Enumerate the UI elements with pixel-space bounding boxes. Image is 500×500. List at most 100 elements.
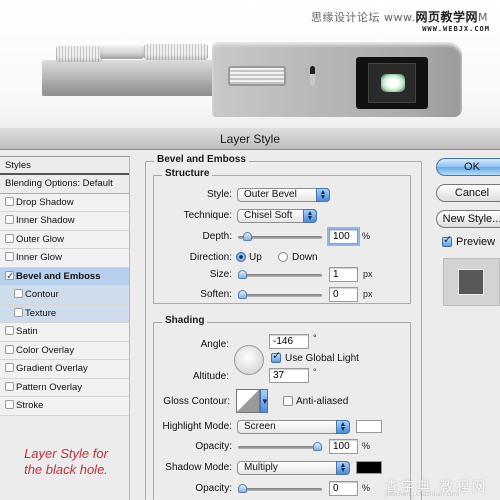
highlight-color-swatch[interactable] bbox=[356, 420, 382, 433]
shadow-opacity-unit: % bbox=[362, 483, 371, 493]
preview-checkbox[interactable] bbox=[442, 233, 452, 247]
style-item-label: Bevel and Emboss bbox=[16, 270, 101, 282]
shadow-opacity-input[interactable]: 0 bbox=[329, 481, 358, 496]
style-item-checkbox[interactable] bbox=[5, 363, 14, 372]
style-item-checkbox[interactable] bbox=[5, 196, 14, 206]
style-item-satin[interactable]: Satin bbox=[0, 323, 129, 342]
size-label: Size: bbox=[209, 269, 232, 280]
style-item-stroke[interactable]: Stroke bbox=[0, 397, 129, 416]
size-input[interactable]: 1 bbox=[329, 267, 358, 282]
style-item-color-overlay[interactable]: Color Overlay bbox=[0, 341, 129, 360]
style-item-label: Stroke bbox=[16, 400, 44, 411]
style-item-label: Outer Glow bbox=[16, 233, 65, 245]
highlight-opacity-knob[interactable] bbox=[313, 442, 322, 451]
style-item-label: Pattern Overlay bbox=[16, 381, 82, 393]
select-arrows-icon: ▲ ▼ bbox=[336, 420, 350, 434]
altitude-label: Altitude: bbox=[192, 371, 229, 382]
style-item-drop-shadow[interactable]: Drop Shadow bbox=[0, 193, 129, 212]
style-item-inner-shadow[interactable]: Inner Shadow bbox=[0, 212, 129, 231]
style-item-label: Inner Glow bbox=[16, 252, 62, 263]
watermark-brand-text: 网页教学网 bbox=[415, 10, 478, 24]
style-item-checkbox[interactable] bbox=[14, 307, 23, 317]
use-global-light-label[interactable]: Use Global Light bbox=[285, 353, 359, 364]
style-item-pattern-overlay[interactable]: Pattern Overlay bbox=[0, 378, 129, 397]
shadow-opacity-knob[interactable] bbox=[238, 484, 247, 493]
styles-panel: Styles Blending Options: Default Drop Sh… bbox=[0, 156, 130, 500]
select-arrows-icon: ▲ ▼ bbox=[303, 209, 317, 223]
direction-down-radio[interactable] bbox=[278, 252, 288, 262]
cancel-button[interactable]: Cancel bbox=[436, 184, 500, 202]
altitude-input[interactable]: 37 bbox=[269, 368, 309, 383]
soften-unit: px bbox=[363, 289, 373, 299]
soften-slider[interactable] bbox=[238, 290, 322, 299]
direction-up-radio[interactable] bbox=[236, 252, 246, 262]
depth-unit: % bbox=[362, 231, 371, 241]
style-item-checkbox[interactable] bbox=[5, 344, 14, 354]
shadow-color-swatch[interactable] bbox=[356, 461, 382, 474]
direction-down-label[interactable]: Down bbox=[292, 252, 318, 263]
technique-select[interactable]: Chisel Soft ▲ ▼ bbox=[237, 209, 317, 223]
style-item-bevel-and-emboss[interactable]: Bevel and Emboss bbox=[0, 267, 129, 286]
style-item-label: Texture bbox=[25, 307, 57, 319]
style-item-checkbox[interactable] bbox=[5, 400, 14, 409]
style-item-checkbox[interactable] bbox=[5, 268, 14, 286]
viewfinder-window bbox=[368, 63, 416, 103]
preview-label[interactable]: Preview bbox=[456, 236, 495, 248]
angle-input[interactable]: -146 bbox=[269, 334, 309, 349]
depth-slider[interactable] bbox=[238, 232, 322, 241]
depth-input[interactable]: 100 bbox=[327, 227, 360, 246]
direction-up-label[interactable]: Up bbox=[249, 252, 262, 263]
style-item-checkbox[interactable] bbox=[5, 252, 14, 261]
shadow-mode-select[interactable]: Multiply ▲ ▼ bbox=[237, 461, 350, 475]
highlight-mode-value: Screen bbox=[244, 421, 276, 432]
highlight-opacity-slider[interactable] bbox=[238, 442, 322, 451]
new-style-button[interactable]: New Style... bbox=[436, 210, 500, 228]
style-select[interactable]: Outer Bevel ▲ ▼ bbox=[237, 188, 330, 202]
depth-slider-knob[interactable] bbox=[242, 232, 252, 241]
shadow-opacity-slider[interactable] bbox=[238, 484, 322, 493]
watermark-top: 思缘设计论坛 www.网页教学网M bbox=[311, 8, 488, 25]
size-slider-knob[interactable] bbox=[238, 270, 247, 279]
watermark-m-text: M bbox=[478, 11, 488, 24]
annotation-line-1: Layer Style for bbox=[24, 446, 108, 461]
style-item-inner-glow[interactable]: Inner Glow bbox=[0, 249, 129, 268]
styles-header[interactable]: Styles bbox=[0, 156, 129, 175]
angle-label: Angle: bbox=[200, 339, 229, 350]
style-item-label: Satin bbox=[16, 326, 38, 337]
camera-dial-left bbox=[56, 46, 102, 62]
camera-flash bbox=[228, 66, 286, 86]
style-item-checkbox[interactable] bbox=[5, 215, 14, 224]
shadow-opacity-label: Opacity: bbox=[195, 483, 232, 494]
style-item-contour[interactable]: Contour bbox=[0, 286, 129, 305]
watermark-www-text: www. bbox=[384, 11, 416, 24]
style-item-checkbox[interactable] bbox=[14, 289, 23, 298]
style-item-gradient-overlay[interactable]: Gradient Overlay bbox=[0, 360, 129, 379]
highlight-mode-select[interactable]: Screen ▲ ▼ bbox=[237, 420, 350, 434]
soften-slider-knob[interactable] bbox=[238, 290, 247, 299]
style-item-checkbox[interactable] bbox=[5, 381, 14, 391]
soften-input[interactable]: 0 bbox=[329, 287, 358, 302]
use-global-light-checkbox[interactable] bbox=[271, 349, 281, 363]
shadow-mode-value: Multiply bbox=[244, 462, 278, 473]
watermark-bottom-url: jiaocheng.chazidian.com bbox=[385, 491, 460, 498]
anti-aliased-checkbox[interactable] bbox=[283, 396, 293, 406]
style-item-checkbox[interactable] bbox=[5, 233, 14, 243]
style-item-label: Contour bbox=[25, 289, 59, 300]
gloss-contour-preview[interactable] bbox=[236, 389, 260, 413]
technique-label: Technique: bbox=[183, 210, 232, 221]
size-slider[interactable] bbox=[238, 270, 322, 279]
style-item-checkbox[interactable] bbox=[5, 326, 14, 335]
style-item-outer-glow[interactable]: Outer Glow bbox=[0, 230, 129, 249]
watermark-url: WWW.WEBJX.COM bbox=[422, 25, 490, 33]
watermark-cn-text: 思缘设计论坛 bbox=[311, 11, 380, 24]
angle-dial[interactable] bbox=[234, 345, 264, 375]
depth-label: Depth: bbox=[202, 231, 232, 242]
blending-options[interactable]: Blending Options: Default bbox=[0, 175, 129, 194]
highlight-opacity-input[interactable]: 100 bbox=[329, 439, 358, 454]
ok-button[interactable]: OK bbox=[436, 158, 500, 176]
anti-aliased-label[interactable]: Anti-aliased bbox=[296, 396, 348, 407]
style-item-texture[interactable]: Texture bbox=[0, 304, 129, 323]
shadow-mode-label: Shadow Mode: bbox=[165, 462, 232, 473]
style-item-label: Drop Shadow bbox=[16, 196, 74, 208]
gloss-contour-dropdown-icon[interactable]: ▼ bbox=[260, 389, 269, 413]
